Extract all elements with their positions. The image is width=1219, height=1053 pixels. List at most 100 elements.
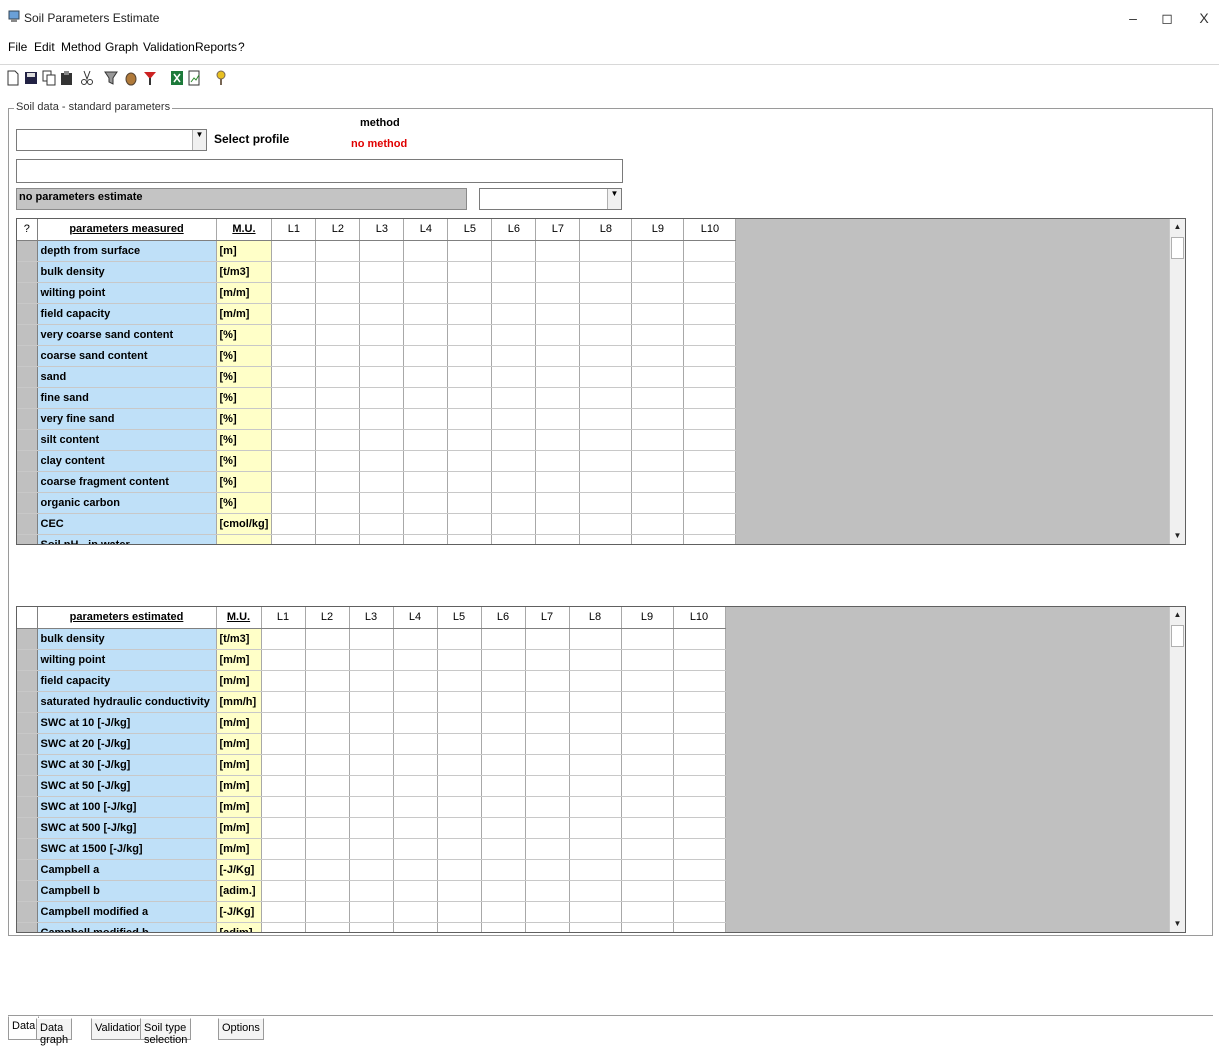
layer-value-cell[interactable] xyxy=(393,712,438,734)
layer-value-cell[interactable] xyxy=(569,796,622,818)
layer-value-cell[interactable] xyxy=(525,670,570,692)
layer-value-cell[interactable] xyxy=(683,261,737,283)
mu-header[interactable]: M.U. xyxy=(216,219,273,241)
layer-value-cell[interactable] xyxy=(305,670,350,692)
layer-value-cell[interactable] xyxy=(569,922,622,932)
corner-cell[interactable] xyxy=(17,607,38,629)
row-header[interactable] xyxy=(17,324,38,346)
layer-value-cell[interactable] xyxy=(535,408,581,430)
layer-value-cell[interactable] xyxy=(305,901,350,923)
layer-value-cell[interactable] xyxy=(437,796,482,818)
row-header[interactable] xyxy=(17,366,38,388)
layer-value-cell[interactable] xyxy=(579,429,633,451)
row-header[interactable] xyxy=(17,817,38,839)
menu-help[interactable]: ? xyxy=(238,40,245,54)
layer-value-cell[interactable] xyxy=(349,775,394,797)
corner-cell[interactable]: ? xyxy=(17,219,38,241)
tab-soil-type-selection[interactable]: Soil type selection xyxy=(140,1018,192,1046)
layer-value-cell[interactable] xyxy=(491,282,537,304)
layer-value-cell[interactable] xyxy=(393,775,438,797)
layer-value-cell[interactable] xyxy=(359,366,405,388)
layer-value-cell[interactable] xyxy=(437,775,482,797)
layer-value-cell[interactable] xyxy=(631,471,685,493)
layer-value-cell[interactable] xyxy=(673,775,726,797)
layer-value-cell[interactable] xyxy=(305,922,350,932)
layer-value-cell[interactable] xyxy=(349,838,394,860)
layer-value-cell[interactable] xyxy=(491,261,537,283)
layer-value-cell[interactable] xyxy=(305,796,350,818)
layer-value-cell[interactable] xyxy=(491,534,537,544)
layer-value-cell[interactable] xyxy=(621,649,674,671)
layer-value-cell[interactable] xyxy=(673,649,726,671)
row-header[interactable] xyxy=(17,901,38,923)
layer-value-cell[interactable] xyxy=(447,534,493,544)
layer-value-cell[interactable] xyxy=(569,817,622,839)
layer-value-cell[interactable] xyxy=(447,408,493,430)
layer-value-cell[interactable] xyxy=(579,471,633,493)
layer-value-cell[interactable] xyxy=(403,282,449,304)
layer-value-cell[interactable] xyxy=(491,324,537,346)
layer-value-cell[interactable] xyxy=(481,628,526,650)
layer-value-cell[interactable] xyxy=(569,901,622,923)
layer-value-cell[interactable] xyxy=(271,387,317,409)
layer-header[interactable]: L4 xyxy=(393,607,438,629)
layer-value-cell[interactable] xyxy=(621,796,674,818)
layer-header[interactable]: L1 xyxy=(271,219,317,241)
layer-value-cell[interactable] xyxy=(569,880,622,902)
layer-value-cell[interactable] xyxy=(535,387,581,409)
layer-value-cell[interactable] xyxy=(535,282,581,304)
layer-value-cell[interactable] xyxy=(315,429,361,451)
layer-value-cell[interactable] xyxy=(359,450,405,472)
layer-value-cell[interactable] xyxy=(437,880,482,902)
layer-value-cell[interactable] xyxy=(359,492,405,514)
layer-value-cell[interactable] xyxy=(535,450,581,472)
report-icon[interactable] xyxy=(188,70,202,86)
layer-value-cell[interactable] xyxy=(569,775,622,797)
layer-value-cell[interactable] xyxy=(437,733,482,755)
layer-value-cell[interactable] xyxy=(437,628,482,650)
layer-value-cell[interactable] xyxy=(349,880,394,902)
chevron-down-icon[interactable]: ▼ xyxy=(192,130,206,150)
menu-file[interactable]: File xyxy=(8,40,27,54)
layer-value-cell[interactable] xyxy=(631,513,685,535)
layer-value-cell[interactable] xyxy=(403,261,449,283)
layer-value-cell[interactable] xyxy=(631,534,685,544)
layer-value-cell[interactable] xyxy=(569,628,622,650)
layer-value-cell[interactable] xyxy=(305,859,350,881)
layer-header[interactable]: L2 xyxy=(315,219,361,241)
layer-value-cell[interactable] xyxy=(579,261,633,283)
layer-value-cell[interactable] xyxy=(359,408,405,430)
row-header[interactable] xyxy=(17,628,38,650)
layer-value-cell[interactable] xyxy=(305,649,350,671)
layer-value-cell[interactable] xyxy=(673,922,726,932)
layer-value-cell[interactable] xyxy=(447,513,493,535)
layer-value-cell[interactable] xyxy=(481,754,526,776)
layer-value-cell[interactable] xyxy=(535,513,581,535)
layer-value-cell[interactable] xyxy=(569,691,622,713)
layer-value-cell[interactable] xyxy=(315,534,361,544)
layer-value-cell[interactable] xyxy=(683,492,737,514)
layer-value-cell[interactable] xyxy=(481,838,526,860)
row-header[interactable] xyxy=(17,387,38,409)
layer-value-cell[interactable] xyxy=(271,240,317,262)
layer-value-cell[interactable] xyxy=(359,261,405,283)
layer-value-cell[interactable] xyxy=(673,859,726,881)
layer-value-cell[interactable] xyxy=(437,922,482,932)
layer-value-cell[interactable] xyxy=(673,796,726,818)
layer-value-cell[interactable] xyxy=(631,387,685,409)
layer-value-cell[interactable] xyxy=(621,775,674,797)
layer-value-cell[interactable] xyxy=(491,387,537,409)
layer-value-cell[interactable] xyxy=(315,345,361,367)
layer-value-cell[interactable] xyxy=(447,261,493,283)
layer-header[interactable]: L1 xyxy=(261,607,306,629)
layer-value-cell[interactable] xyxy=(261,628,306,650)
layer-value-cell[interactable] xyxy=(535,429,581,451)
row-header[interactable] xyxy=(17,754,38,776)
layer-value-cell[interactable] xyxy=(491,429,537,451)
menu-method[interactable]: Method xyxy=(61,40,101,54)
estimate-select[interactable]: ▼ xyxy=(479,188,622,210)
estimated-params-header[interactable]: parameters estimated xyxy=(37,607,217,629)
layer-value-cell[interactable] xyxy=(491,345,537,367)
layer-value-cell[interactable] xyxy=(525,901,570,923)
layer-header[interactable]: L10 xyxy=(673,607,726,629)
